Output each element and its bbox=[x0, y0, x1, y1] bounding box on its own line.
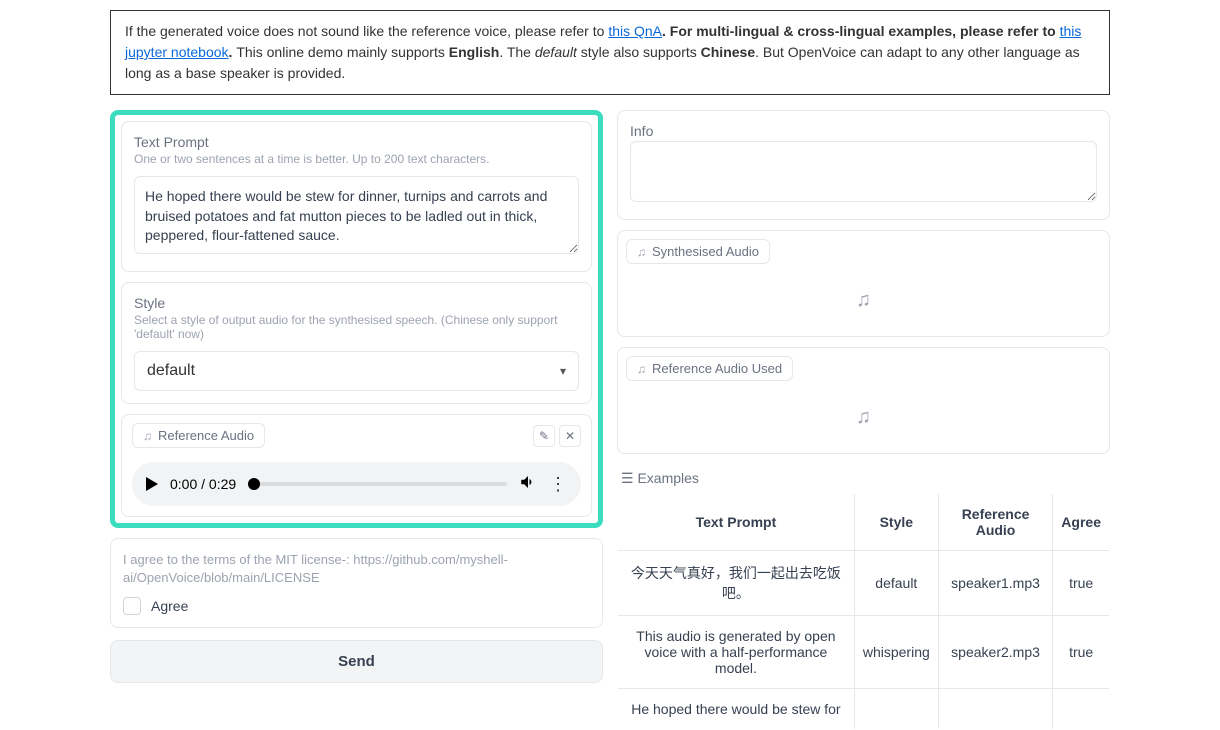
example-agree: true bbox=[1053, 616, 1110, 689]
chevron-down-icon: ▾ bbox=[560, 364, 566, 378]
send-button[interactable]: Send bbox=[110, 640, 603, 683]
style-value: default bbox=[147, 362, 195, 380]
qna-link[interactable]: this QnA bbox=[608, 23, 662, 39]
example-style: default bbox=[854, 551, 938, 616]
edit-button[interactable]: ✎ bbox=[533, 425, 555, 447]
volume-icon bbox=[519, 473, 537, 491]
example-ref: speaker1.mp3 bbox=[938, 551, 1053, 616]
examples-header-style: Style bbox=[854, 494, 938, 551]
example-prompt: This audio is generated by open voice wi… bbox=[618, 616, 855, 689]
music-icon: ♫ bbox=[143, 429, 152, 443]
reference-audio-label: Reference Audio bbox=[158, 428, 254, 443]
audio-time: 0:00 / 0:29 bbox=[170, 476, 236, 492]
synthesised-audio-empty: ♫ bbox=[618, 264, 1109, 336]
example-agree bbox=[1053, 689, 1110, 730]
notice-text: . For multi-lingual & cross-lingual exam… bbox=[662, 23, 1060, 39]
info-panel: Info bbox=[617, 110, 1110, 220]
notice-text: This online demo mainly supports bbox=[236, 44, 448, 60]
notice-english: English bbox=[449, 44, 500, 60]
music-icon: ♫ bbox=[637, 362, 646, 376]
notice-banner: If the generated voice does not sound li… bbox=[110, 10, 1110, 95]
example-ref bbox=[938, 689, 1053, 730]
examples-table: Text Prompt Style Reference Audio Agree … bbox=[617, 493, 1110, 730]
pencil-icon: ✎ bbox=[539, 429, 549, 443]
music-icon: ♫ bbox=[637, 245, 646, 259]
reference-audio-used-label: Reference Audio Used bbox=[652, 361, 782, 376]
play-icon bbox=[146, 477, 158, 491]
text-prompt-input[interactable] bbox=[134, 176, 579, 254]
examples-header-prompt: Text Prompt bbox=[618, 494, 855, 551]
audio-player: 0:00 / 0:29 ⋮ bbox=[132, 462, 581, 506]
example-prompt: He hoped there would be stew for bbox=[618, 689, 855, 730]
style-select[interactable]: default ▾ bbox=[134, 351, 579, 391]
table-row[interactable]: He hoped there would be stew for bbox=[618, 689, 1110, 730]
example-prompt: 今天天气真好，我们一起出去吃饭吧。 bbox=[618, 551, 855, 616]
notice-chinese: Chinese bbox=[701, 44, 755, 60]
example-style: whispering bbox=[854, 616, 938, 689]
notice-text: If the generated voice does not sound li… bbox=[125, 23, 608, 39]
dots-icon: ⋮ bbox=[549, 474, 567, 494]
reference-audio-panel: ♫ Reference Audio ✎ ✕ 0:00 / 0:29 bbox=[121, 414, 592, 517]
clear-button[interactable]: ✕ bbox=[559, 425, 581, 447]
synthesised-audio-tab: ♫ Synthesised Audio bbox=[626, 239, 770, 264]
music-icon: ♫ bbox=[856, 289, 871, 312]
input-section-highlighted: Text Prompt One or two sentences at a ti… bbox=[110, 110, 603, 528]
text-prompt-label: Text Prompt bbox=[134, 134, 579, 150]
example-agree: true bbox=[1053, 551, 1110, 616]
volume-button[interactable] bbox=[519, 473, 537, 496]
music-icon: ♫ bbox=[856, 406, 871, 429]
text-prompt-panel: Text Prompt One or two sentences at a ti… bbox=[121, 121, 592, 272]
style-panel: Style Select a style of output audio for… bbox=[121, 282, 592, 404]
text-prompt-hint: One or two sentences at a time is better… bbox=[134, 152, 579, 166]
play-button[interactable] bbox=[146, 477, 158, 491]
notice-default: default bbox=[535, 44, 577, 60]
table-row[interactable]: 今天天气真好，我们一起出去吃饭吧。 default speaker1.mp3 t… bbox=[618, 551, 1110, 616]
agree-label: Agree bbox=[151, 598, 188, 614]
progress-knob bbox=[248, 478, 260, 490]
examples-header-agree: Agree bbox=[1053, 494, 1110, 551]
style-label: Style bbox=[134, 295, 579, 311]
info-textarea[interactable] bbox=[630, 141, 1097, 202]
license-panel: I agree to the terms of the MIT license-… bbox=[110, 538, 603, 628]
reference-audio-used-panel: ♫ Reference Audio Used ♫ bbox=[617, 347, 1110, 454]
notice-text: style also supports bbox=[577, 44, 701, 60]
info-label: Info bbox=[630, 123, 1097, 139]
synthesised-audio-label: Synthesised Audio bbox=[652, 244, 759, 259]
reference-audio-used-empty: ♫ bbox=[618, 381, 1109, 453]
reference-audio-used-tab: ♫ Reference Audio Used bbox=[626, 356, 793, 381]
audio-progress-bar[interactable] bbox=[248, 482, 507, 486]
reference-audio-tab: ♫ Reference Audio bbox=[132, 423, 265, 448]
close-icon: ✕ bbox=[565, 429, 575, 443]
synthesised-audio-panel: ♫ Synthesised Audio ♫ bbox=[617, 230, 1110, 337]
table-row[interactable]: This audio is generated by open voice wi… bbox=[618, 616, 1110, 689]
agree-checkbox[interactable] bbox=[123, 597, 141, 615]
license-text: I agree to the terms of the MIT license-… bbox=[123, 551, 590, 587]
notice-text: . The bbox=[499, 44, 535, 60]
audio-menu-button[interactable]: ⋮ bbox=[549, 475, 567, 493]
examples-header-ref: Reference Audio bbox=[938, 494, 1053, 551]
example-style bbox=[854, 689, 938, 730]
style-hint: Select a style of output audio for the s… bbox=[134, 313, 579, 341]
example-ref: speaker2.mp3 bbox=[938, 616, 1053, 689]
examples-label: ☰ Examples bbox=[617, 464, 1110, 493]
